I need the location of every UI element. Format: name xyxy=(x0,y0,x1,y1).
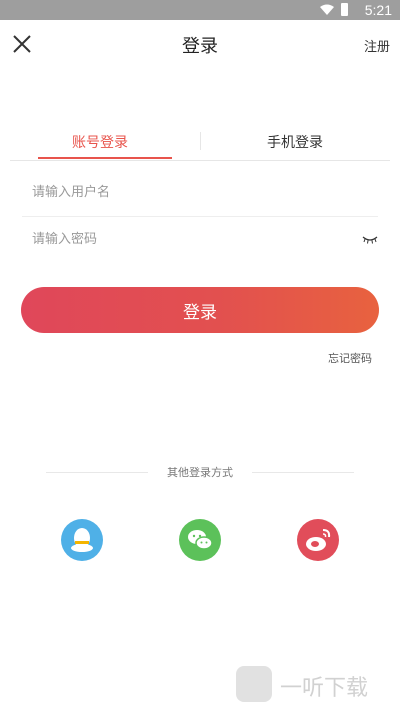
tab-account-login[interactable]: 账号登录 xyxy=(20,132,180,152)
weibo-login-button[interactable] xyxy=(297,519,339,561)
qq-login-button[interactable] xyxy=(61,519,103,561)
watermark: 一听下载 xyxy=(236,662,396,702)
password-field xyxy=(22,219,378,263)
login-tabs: 账号登录 手机登录 xyxy=(10,128,390,161)
tab-divider xyxy=(200,132,201,150)
forgot-password-link[interactable]: 忘记密码 xyxy=(328,350,372,366)
top-bar: 登录 注册 xyxy=(0,20,400,68)
battery-icon xyxy=(341,3,348,16)
status-time: 5:21 xyxy=(364,2,392,18)
login-button[interactable]: 登录 xyxy=(21,287,379,333)
register-link[interactable]: 注册 xyxy=(364,36,390,55)
weibo-icon xyxy=(306,529,331,551)
divider-line-right xyxy=(252,472,354,473)
active-tab-indicator xyxy=(38,157,172,159)
wifi-icon xyxy=(320,4,334,15)
tab-phone-login[interactable]: 手机登录 xyxy=(215,132,375,152)
username-field xyxy=(22,172,378,217)
wechat-icon xyxy=(188,530,213,550)
qq-icon xyxy=(71,528,93,552)
other-login-divider: 其他登录方式 xyxy=(46,462,354,482)
page-title: 登录 xyxy=(182,36,218,57)
watermark-text: 一听下载 xyxy=(280,676,369,701)
username-input[interactable] xyxy=(22,172,332,212)
eye-closed-icon[interactable] xyxy=(362,235,378,245)
password-input[interactable] xyxy=(22,219,332,259)
wechat-login-button[interactable] xyxy=(179,519,221,561)
status-bar: 5:21 xyxy=(0,0,400,20)
watermark-logo-icon xyxy=(236,666,272,702)
